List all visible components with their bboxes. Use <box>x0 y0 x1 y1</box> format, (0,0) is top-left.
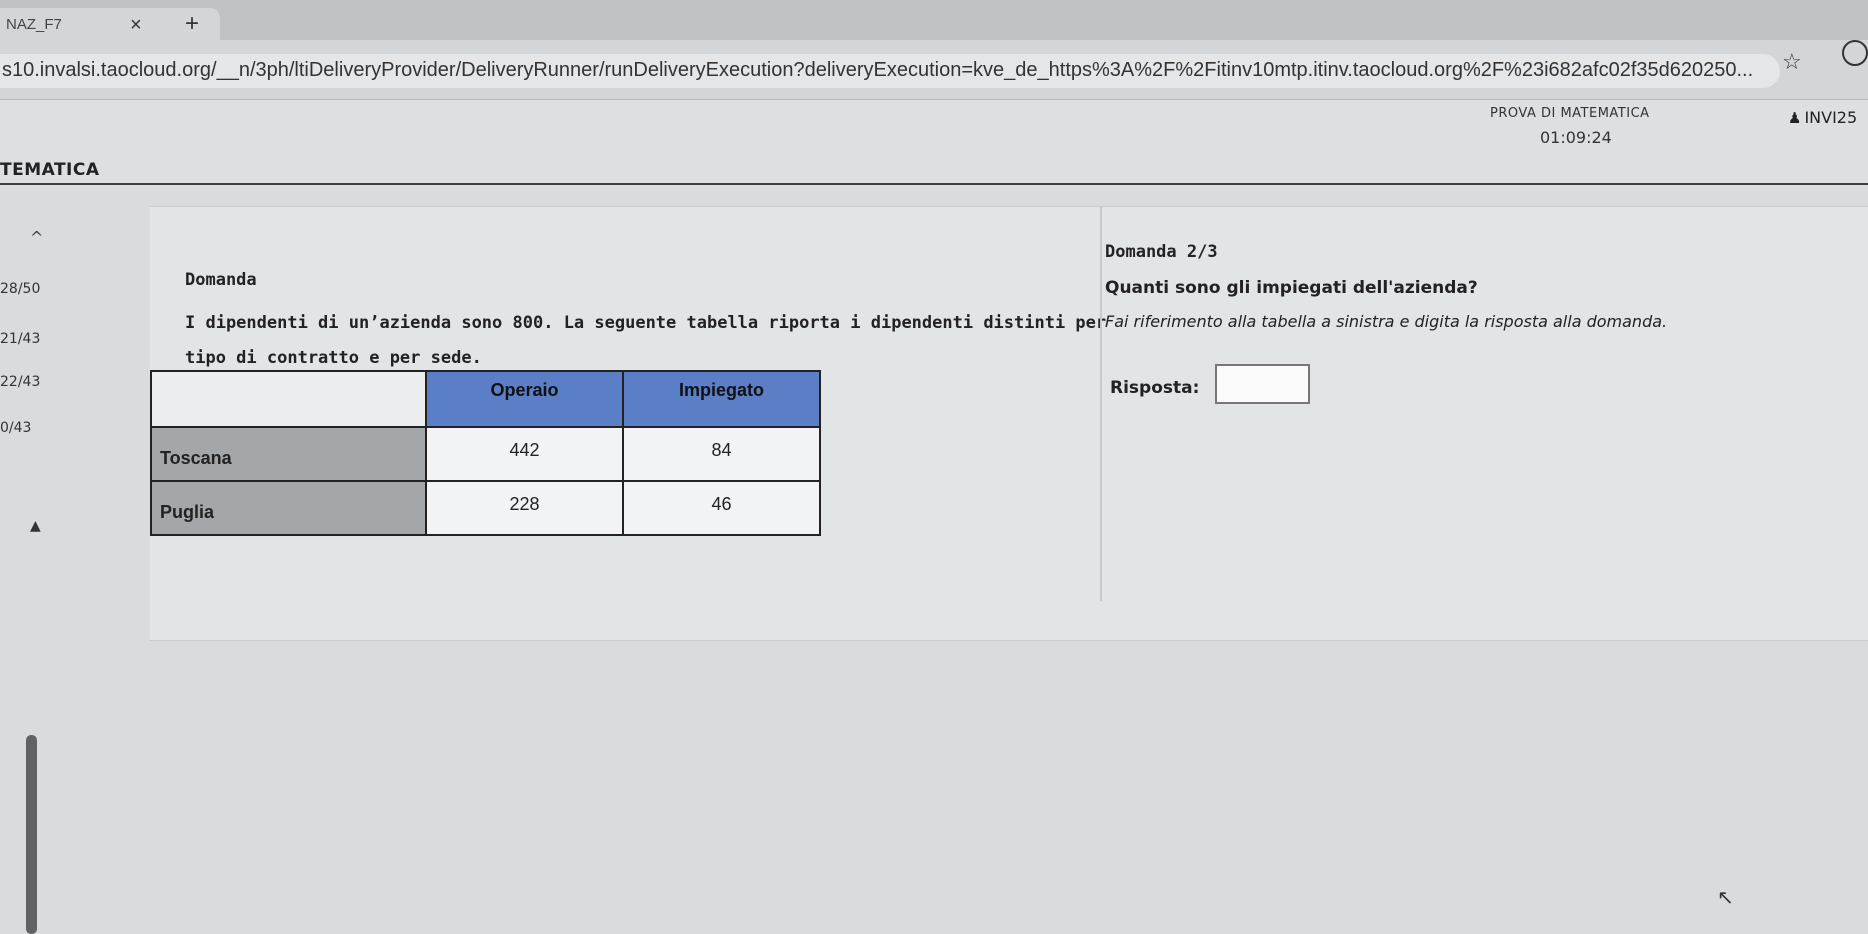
row-header: Toscana <box>150 426 427 482</box>
browser-tab[interactable]: NAZ_F7 × + <box>0 8 220 40</box>
subject-title: TEMATICA <box>0 160 100 180</box>
answer-label: Risposta: <box>1110 378 1200 398</box>
table-cell: 228 <box>425 480 624 536</box>
nav-collapse-arrow-icon[interactable]: ▲ <box>30 518 41 534</box>
answer-instruction: Fai riferimento alla tabella a sinistra … <box>1105 312 1668 331</box>
new-tab-icon[interactable]: + <box>185 10 199 38</box>
section-navigation: ^ 28/50 21/43 22/43 0/43 ▲ <box>0 188 110 934</box>
answer-question: Quanti sono gli impiegati dell'azienda? <box>1105 278 1478 298</box>
mouse-pointer-icon: ↖ <box>1717 885 1734 909</box>
table-header-row: Operaio Impiegato <box>150 370 821 428</box>
close-tab-icon[interactable]: × <box>130 14 142 37</box>
exam-title: PROVA DI MATEMATICA <box>1490 106 1650 121</box>
user-badge: ♟ INVI25 <box>1788 108 1857 127</box>
profile-icon[interactable] <box>1842 40 1868 66</box>
table-cell: 46 <box>622 480 821 536</box>
bookmark-star-icon[interactable]: ☆ <box>1782 50 1802 75</box>
question-text: I dipendenti di un’azienda sono 800. La … <box>185 313 1107 368</box>
address-bar: s10.invalsi.taocloud.org/__n/3ph/ltiDeli… <box>0 40 1868 100</box>
test-header: TEMATICA PROVA DI MATEMATICA 01:09:24 ♟ I… <box>0 100 1868 185</box>
url-field[interactable]: s10.invalsi.taocloud.org/__n/3ph/ltiDeli… <box>0 54 1780 88</box>
row-header: Puglia <box>150 480 427 536</box>
nav-up-chevron-icon[interactable]: ^ <box>30 228 43 247</box>
user-icon: ♟ <box>1788 109 1802 127</box>
question-heading: Domanda <box>185 270 257 290</box>
answer-column: Domanda 2/3 Quanti sono gli impiegati de… <box>1105 206 1868 626</box>
column-header-impiegato: Impiegato <box>622 370 821 428</box>
table-cell: 442 <box>425 426 624 482</box>
employees-table: Operaio Impiegato Toscana 442 84 Puglia … <box>150 370 821 536</box>
column-header-operaio: Operaio <box>425 370 624 428</box>
table-cell: 84 <box>622 426 821 482</box>
table-row: Toscana 442 84 <box>150 426 821 482</box>
browser-tab-strip: NAZ_F7 × + <box>0 0 1868 40</box>
user-code: INVI25 <box>1804 108 1858 127</box>
answer-input[interactable] <box>1215 364 1310 404</box>
column-divider <box>1100 206 1102 601</box>
nav-item[interactable]: 21/43 <box>0 331 40 347</box>
table-corner-cell <box>150 370 427 428</box>
nav-item[interactable]: 22/43 <box>0 374 40 390</box>
nav-item[interactable]: 28/50 <box>0 281 40 297</box>
table-row: Puglia 228 46 <box>150 480 821 536</box>
timer: 01:09:24 <box>1540 128 1612 147</box>
question-counter: Domanda 2/3 <box>1105 242 1218 262</box>
scrollbar[interactable] <box>26 735 37 934</box>
nav-item[interactable]: 0/43 <box>0 420 31 436</box>
tab-title: NAZ_F7 <box>6 15 62 33</box>
